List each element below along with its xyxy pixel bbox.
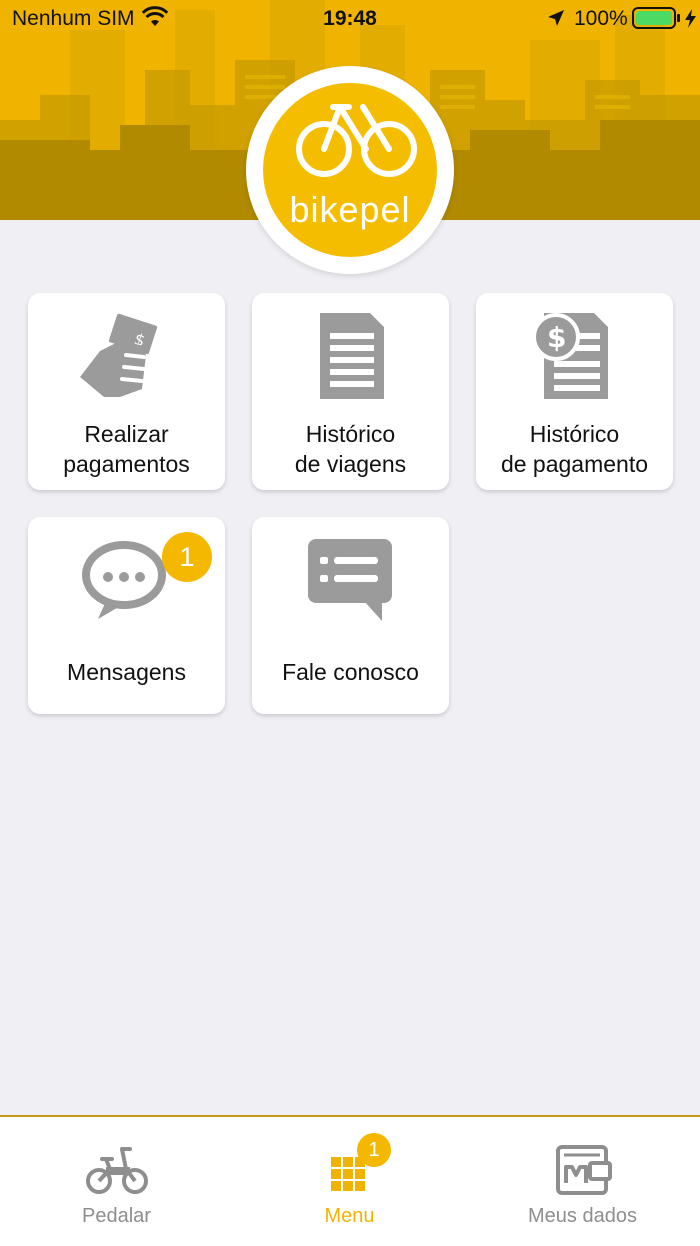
menu-item-label: Histórico de viagens: [294, 421, 407, 477]
tab-menu[interactable]: 1 Menu: [233, 1117, 466, 1244]
document-icon: [320, 313, 384, 399]
svg-text:$: $: [547, 321, 566, 354]
bottom-tab-bar: Pedalar 1 Menu Meus dados: [0, 1115, 700, 1246]
tab-label: Pedalar: [82, 1205, 151, 1227]
menu-item-label: Realizar pagamentos: [63, 421, 190, 477]
battery-percent: 100%: [574, 7, 628, 30]
app-logo: bikepel: [246, 66, 454, 274]
battery-icon: [632, 7, 696, 29]
menu-item-label: Mensagens: [67, 659, 186, 685]
charging-bolt-icon: [685, 9, 696, 28]
dollar-document-icon: $: [532, 313, 608, 399]
status-bar: Nenhum SIM 19:48 100%: [0, 0, 700, 40]
hand-money-icon: $: [80, 313, 158, 397]
bike-icon: [86, 1147, 148, 1194]
notification-badge: 1: [357, 1133, 391, 1167]
tab-pedalar[interactable]: Pedalar: [0, 1117, 233, 1244]
menu-item-mensagens[interactable]: 1 Mensagens: [28, 517, 225, 714]
menu-item-label: Fale conosco: [282, 659, 419, 685]
menu-item-fale-conosco[interactable]: Fale conosco: [252, 517, 449, 714]
chat-bubble-icon: [82, 541, 166, 619]
wallet-card-icon: [556, 1145, 612, 1195]
menu-item-historico-pagamento[interactable]: $ Histórico de pagamento: [476, 293, 673, 490]
notification-badge: 1: [162, 532, 212, 582]
tab-label: Menu: [324, 1205, 375, 1227]
menu-item-label: Histórico de pagamento: [500, 421, 649, 477]
tab-label: Meus dados: [528, 1205, 637, 1227]
menu-item-realizar-pagamentos[interactable]: $ Realizar pagamentos: [28, 293, 225, 490]
tab-meus-dados[interactable]: Meus dados: [466, 1117, 699, 1244]
menu-item-historico-viagens[interactable]: Histórico de viagens: [252, 293, 449, 490]
logo-wordmark: bikepel: [289, 189, 411, 230]
location-arrow-icon: [548, 10, 564, 26]
message-icon: [308, 539, 392, 621]
